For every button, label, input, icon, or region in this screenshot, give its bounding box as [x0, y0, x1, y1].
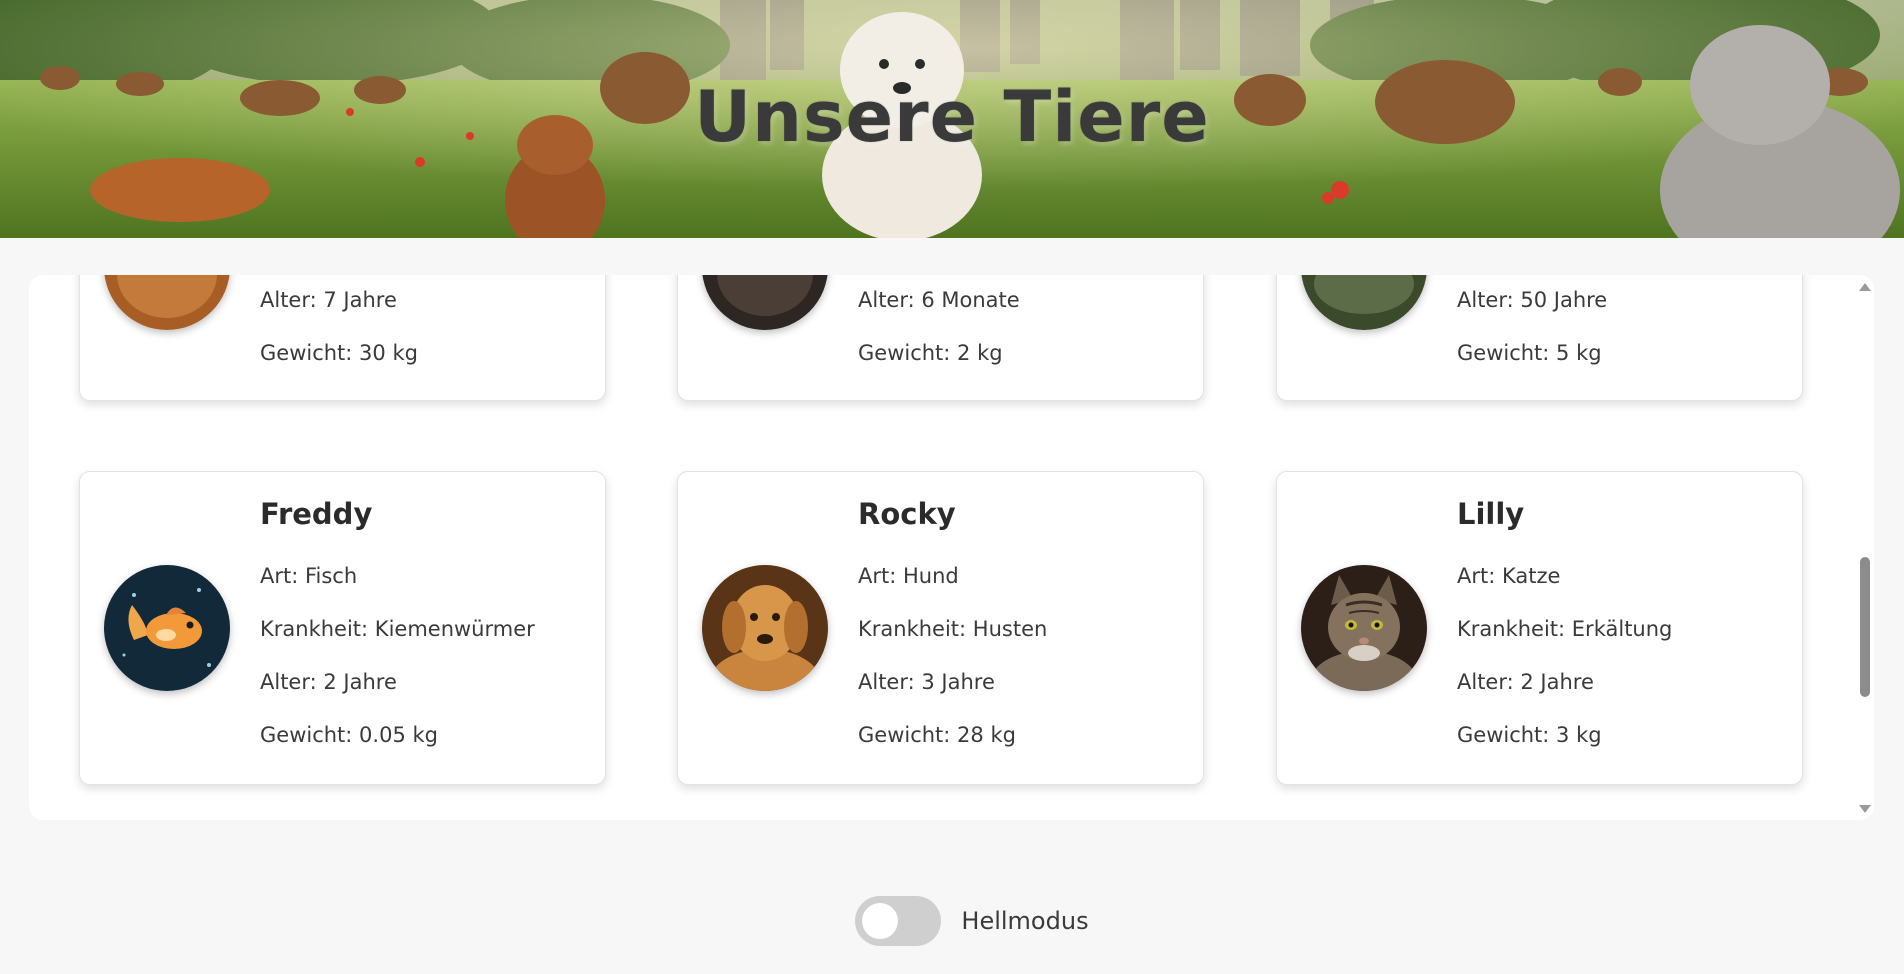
pets-scroll-panel[interactable]: Alter: 7 Jahre Gewicht: 30 kg Alter: 6 M…: [29, 275, 1874, 820]
scroll-down-arrow-icon[interactable]: [1859, 805, 1871, 813]
pet-card-rocky: Rocky Art: Hund Krankheit: Husten Alter:…: [677, 471, 1204, 785]
pet-card-lilly: Lilly Art: Katze Krankheit: Erkältung Al…: [1276, 471, 1803, 785]
scrollbar-thumb[interactable]: [1860, 557, 1870, 697]
pet-age: Alter: 6 Monate: [858, 288, 1020, 312]
pet-age: Alter: 50 Jahre: [1457, 288, 1608, 312]
pet-weight: Gewicht: 30 kg: [260, 341, 418, 365]
pet-weight: Gewicht: 3 kg: [1457, 723, 1602, 747]
pet-age: Alter: 3 Jahre: [858, 670, 995, 694]
pet-illness: Krankheit: Kiemenwürmer: [260, 617, 535, 641]
pet-name: Rocky: [858, 497, 956, 531]
pet-photo: [1301, 275, 1427, 330]
golden-retriever-photo: [702, 565, 828, 691]
vertical-scrollbar[interactable]: [1855, 275, 1874, 820]
header-banner: Unsere Tiere: [0, 0, 1904, 238]
toggle-knob: [862, 903, 899, 939]
pet-age: Alter: 2 Jahre: [1457, 670, 1594, 694]
light-mode-toggle[interactable]: [855, 896, 942, 946]
pet-weight: Gewicht: 2 kg: [858, 341, 1003, 365]
pet-card: Alter: 50 Jahre Gewicht: 5 kg: [1276, 275, 1803, 401]
scroll-up-arrow-icon[interactable]: [1859, 283, 1871, 291]
pet-illness: Krankheit: Husten: [858, 617, 1048, 641]
pet-photo: [702, 275, 828, 330]
theme-toggle-row: Hellmodus: [0, 895, 1904, 947]
pet-weight: Gewicht: 0.05 kg: [260, 723, 438, 747]
pet-name: Freddy: [260, 497, 373, 531]
page-title: Unsere Tiere: [694, 76, 1210, 158]
goldfish-photo: [104, 565, 230, 691]
pet-species: Art: Katze: [1457, 564, 1561, 588]
toggle-label: Hellmodus: [961, 907, 1089, 935]
pet-name: Lilly: [1457, 497, 1525, 531]
pet-age: Alter: 7 Jahre: [260, 288, 397, 312]
tabby-cat-photo: [1301, 565, 1427, 691]
pet-species: Art: Fisch: [260, 564, 358, 588]
pet-age: Alter: 2 Jahre: [260, 670, 397, 694]
pet-card: Alter: 6 Monate Gewicht: 2 kg: [677, 275, 1204, 401]
pet-weight: Gewicht: 28 kg: [858, 723, 1016, 747]
pet-species: Art: Hund: [858, 564, 959, 588]
pet-card: Alter: 7 Jahre Gewicht: 30 kg: [79, 275, 606, 401]
pet-weight: Gewicht: 5 kg: [1457, 341, 1602, 365]
pet-photo: [104, 275, 230, 330]
pet-illness: Krankheit: Erkältung: [1457, 617, 1673, 641]
pet-card-freddy: Freddy Art: Fisch Krankheit: Kiemenwürme…: [79, 471, 606, 785]
